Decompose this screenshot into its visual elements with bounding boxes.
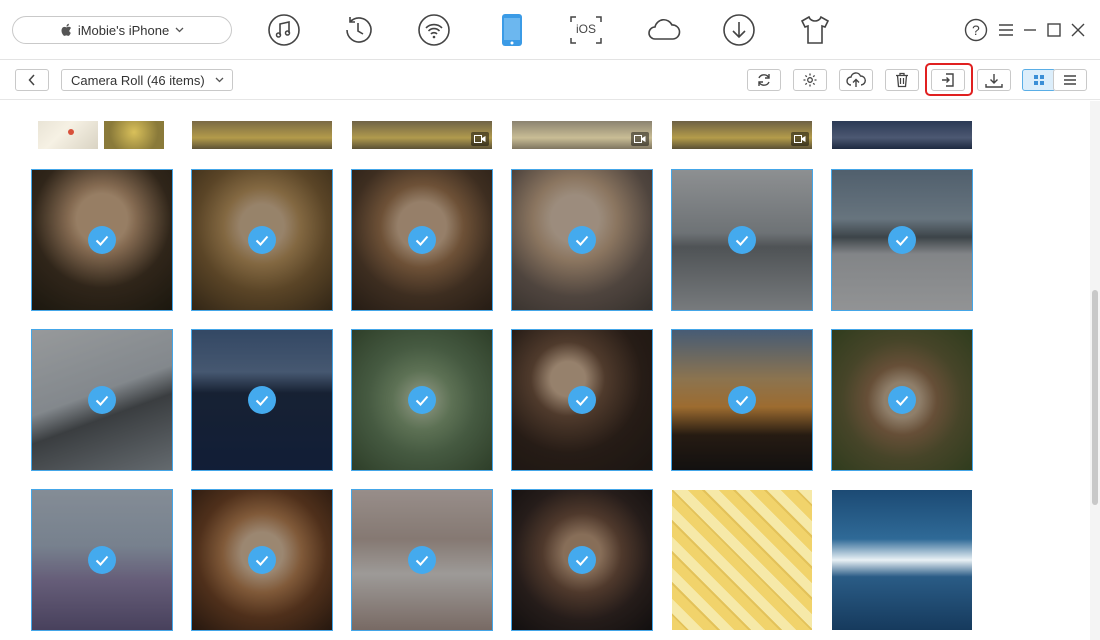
photo-tile[interactable] xyxy=(511,489,653,631)
checkmark-icon[interactable] xyxy=(88,226,116,254)
photo-tile[interactable] xyxy=(31,329,173,471)
help-icon[interactable]: ? xyxy=(964,18,988,42)
phone-icon[interactable] xyxy=(494,12,530,48)
photo-tile[interactable] xyxy=(351,169,493,311)
photo-tile[interactable] xyxy=(351,489,493,631)
chevron-down-icon xyxy=(215,77,224,83)
video-thumbnail[interactable] xyxy=(672,121,812,149)
photo-image xyxy=(832,490,972,630)
album-label: Camera Roll (46 items) xyxy=(71,72,205,88)
ios-icon[interactable]: iOS xyxy=(568,12,604,48)
checkmark-icon[interactable] xyxy=(88,546,116,574)
photo-tile[interactable] xyxy=(671,169,813,311)
checkmark-icon[interactable] xyxy=(728,386,756,414)
tshirt-icon[interactable] xyxy=(797,12,833,48)
grid-view-button[interactable] xyxy=(1022,69,1056,91)
checkmark-icon[interactable] xyxy=(888,386,916,414)
photo-image xyxy=(672,490,812,630)
photo-thumbnail[interactable] xyxy=(104,121,164,149)
send-to-device-button[interactable] xyxy=(977,69,1011,91)
photo-tile[interactable] xyxy=(831,169,973,311)
scrollbar-thumb[interactable] xyxy=(1092,290,1098,505)
album-selector[interactable]: Camera Roll (46 items) xyxy=(61,69,233,91)
list-icon xyxy=(1064,75,1076,85)
checkmark-icon[interactable] xyxy=(408,226,436,254)
photo-tile[interactable] xyxy=(191,489,333,631)
photo-tile[interactable] xyxy=(511,169,653,311)
back-button[interactable] xyxy=(15,69,49,91)
photo-toolbar: Camera Roll (46 items) xyxy=(0,60,1100,100)
apple-icon xyxy=(61,23,71,36)
checkmark-icon[interactable] xyxy=(248,226,276,254)
app-window: iMobie's iPhone iOS ? Camera Roll (46 it… xyxy=(0,0,1100,640)
video-camera-icon xyxy=(471,132,489,146)
video-camera-icon xyxy=(631,132,649,146)
checkmark-icon[interactable] xyxy=(248,546,276,574)
photo-tile[interactable] xyxy=(191,329,333,471)
photo-tile[interactable] xyxy=(511,329,653,471)
close-icon[interactable] xyxy=(1066,18,1090,42)
video-thumbnail[interactable] xyxy=(512,121,652,149)
download-icon[interactable] xyxy=(721,12,757,48)
maximize-icon[interactable] xyxy=(1042,18,1066,42)
checkmark-icon[interactable] xyxy=(568,386,596,414)
photo-tile[interactable] xyxy=(671,329,813,471)
settings-button[interactable] xyxy=(793,69,827,91)
trash-icon xyxy=(896,72,908,88)
checkmark-icon[interactable] xyxy=(408,386,436,414)
checkmark-icon[interactable] xyxy=(728,226,756,254)
map-thumbnail[interactable] xyxy=(38,121,98,149)
refresh-icon xyxy=(758,74,770,86)
ios-label: iOS xyxy=(576,22,597,36)
minimize-icon[interactable] xyxy=(1018,18,1042,42)
upload-button[interactable] xyxy=(839,69,873,91)
photo-grid xyxy=(0,101,1100,640)
device-name: iMobie's iPhone xyxy=(77,22,170,38)
photo-tile[interactable] xyxy=(831,329,973,471)
device-selector[interactable]: iMobie's iPhone xyxy=(12,16,232,44)
checkmark-icon[interactable] xyxy=(248,386,276,414)
photo-thumbnail[interactable] xyxy=(832,121,972,149)
menu-icon[interactable] xyxy=(994,18,1018,42)
chevron-left-icon xyxy=(28,74,35,86)
chevron-down-icon xyxy=(175,27,184,33)
top-bar: iMobie's iPhone iOS ? xyxy=(0,0,1100,60)
video-thumbnail[interactable] xyxy=(352,121,492,149)
photo-tile[interactable] xyxy=(31,489,173,631)
checkmark-icon[interactable] xyxy=(568,546,596,574)
export-icon xyxy=(942,73,954,87)
help-label: ? xyxy=(972,22,980,38)
photo-tile[interactable] xyxy=(191,169,333,311)
cloud-icon[interactable] xyxy=(646,12,682,48)
video-thumbnail[interactable] xyxy=(192,121,332,149)
cloud-upload-icon xyxy=(846,72,866,87)
photo-tile[interactable] xyxy=(672,490,812,630)
refresh-button[interactable] xyxy=(747,69,781,91)
checkmark-icon[interactable] xyxy=(888,226,916,254)
video-camera-icon xyxy=(791,132,809,146)
export-to-computer-button[interactable] xyxy=(931,69,965,91)
gear-icon xyxy=(803,73,817,87)
history-icon[interactable] xyxy=(340,12,376,48)
delete-button[interactable] xyxy=(885,69,919,91)
music-icon[interactable] xyxy=(266,12,302,48)
list-view-button[interactable] xyxy=(1053,69,1087,91)
photo-tile[interactable] xyxy=(832,490,972,630)
grid-icon xyxy=(1034,75,1044,85)
checkmark-icon[interactable] xyxy=(408,546,436,574)
checkmark-icon[interactable] xyxy=(88,386,116,414)
photo-tile[interactable] xyxy=(351,329,493,471)
checkmark-icon[interactable] xyxy=(568,226,596,254)
photo-tile[interactable] xyxy=(31,169,173,311)
wifi-icon[interactable] xyxy=(416,12,452,48)
send-to-device-icon xyxy=(985,74,1003,88)
